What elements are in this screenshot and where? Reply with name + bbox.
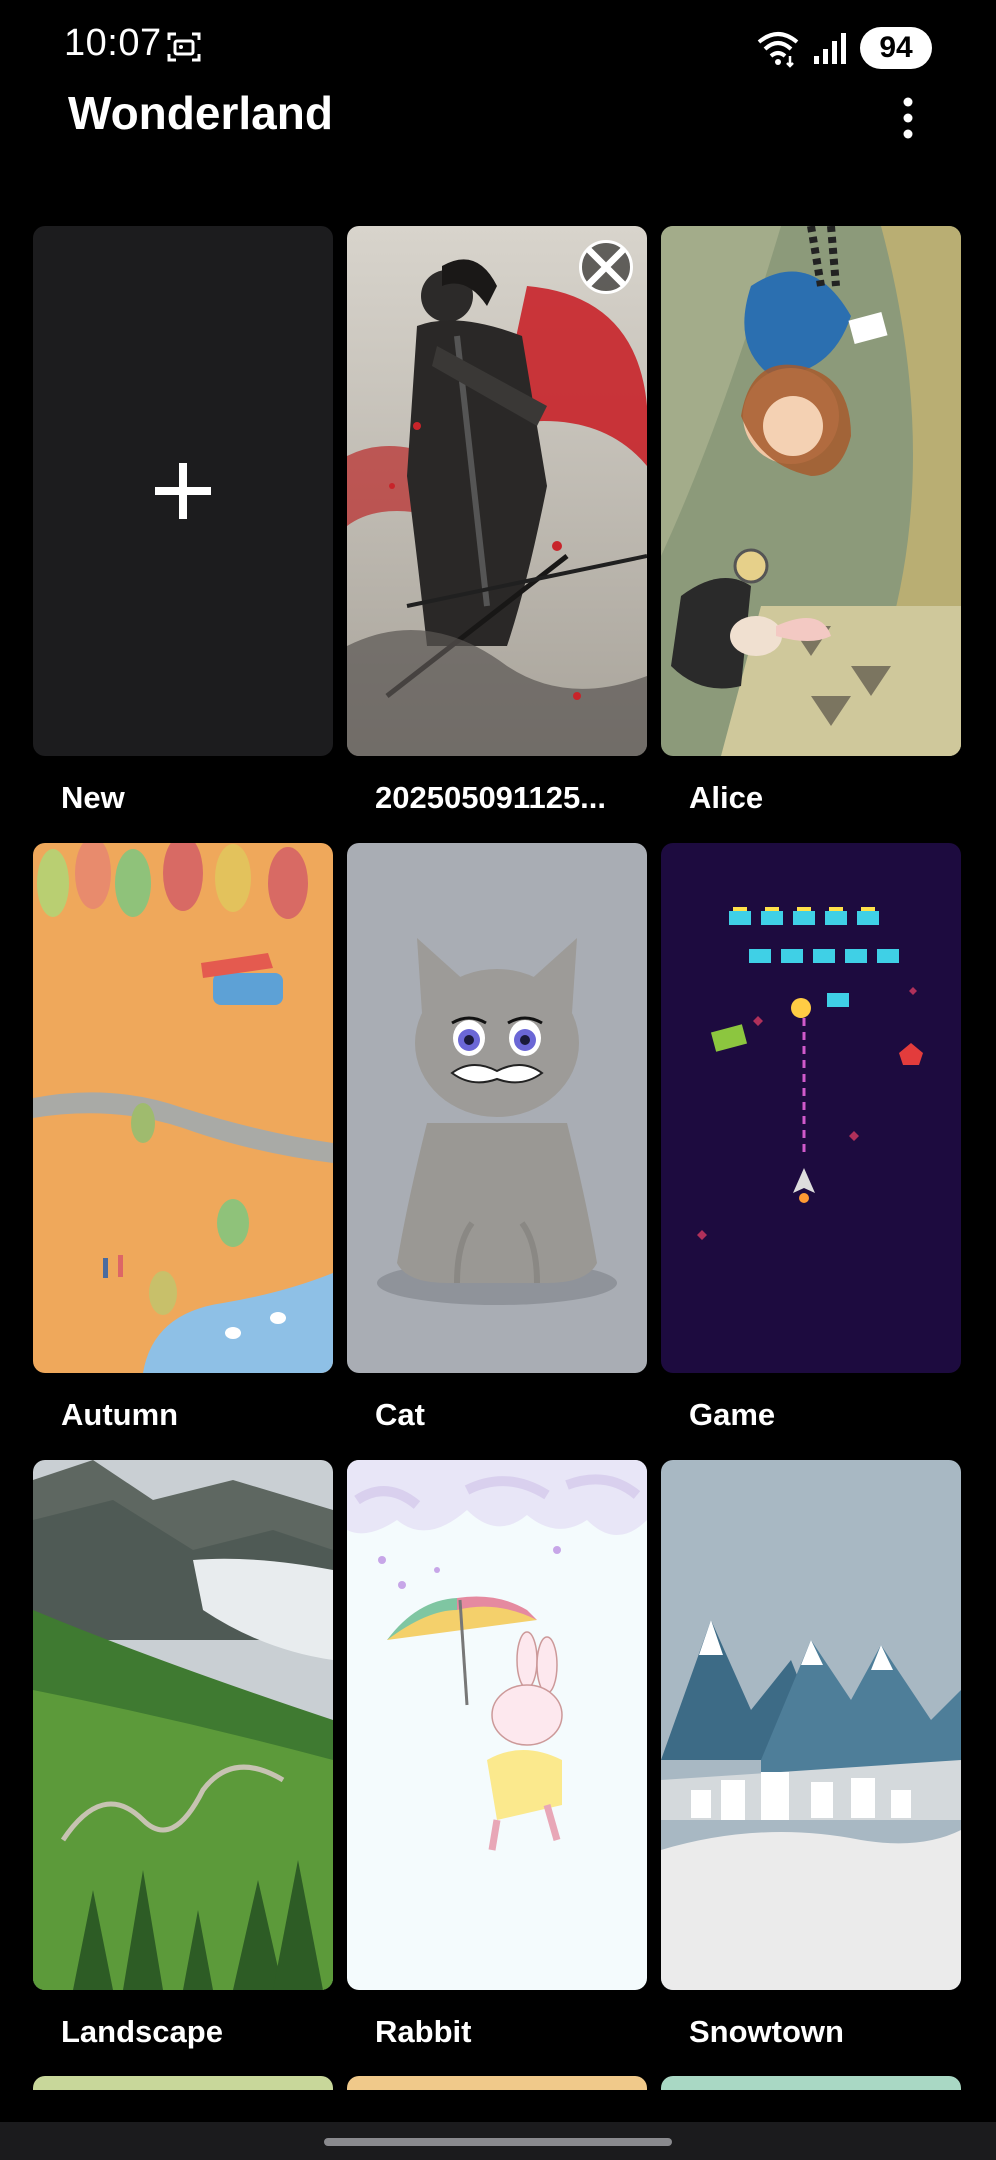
rabbit-thumbnail[interactable]	[347, 1460, 647, 1990]
tile-label: 202505091125...	[375, 780, 607, 815]
wifi-icon	[757, 32, 799, 68]
landscape-thumbnail[interactable]	[33, 1460, 333, 1990]
partial-thumbnail[interactable]	[661, 2076, 961, 2090]
partial-thumbnail[interactable]	[347, 2076, 647, 2090]
more-vertical-icon	[903, 97, 913, 139]
close-icon	[586, 247, 626, 287]
wallpaper-grid: New 202505091125... Alice Autumn Cat Gam…	[33, 226, 963, 2077]
wallpaper-tile[interactable]: Landscape	[33, 1460, 333, 2077]
tile-label: New	[61, 780, 125, 815]
status-bar: 10:07 94	[0, 0, 996, 96]
game-thumbnail[interactable]	[661, 843, 961, 1373]
snowtown-image	[661, 1460, 961, 1990]
tile-label: Landscape	[61, 2014, 223, 2049]
new-thumbnail[interactable]	[33, 226, 333, 756]
status-icons: 94	[756, 26, 932, 70]
wallpaper-tile[interactable]: Game	[661, 843, 961, 1460]
signal-icon	[814, 33, 846, 64]
snowtown-thumbnail[interactable]	[661, 1460, 961, 1990]
more-options-button[interactable]	[880, 86, 936, 150]
alice-image	[661, 226, 961, 756]
autumn-image	[33, 843, 333, 1373]
samurai-thumbnail[interactable]	[347, 226, 647, 756]
game-image	[661, 843, 961, 1373]
wallpaper-tile[interactable]: Autumn	[33, 843, 333, 1460]
plus-icon	[155, 463, 211, 519]
landscape-image	[33, 1460, 333, 1990]
partial-thumbnail[interactable]	[33, 2076, 333, 2090]
alice-thumbnail[interactable]	[661, 226, 961, 756]
status-time: 10:07	[64, 22, 162, 64]
screenshot-icon	[167, 32, 201, 62]
next-row-preview	[33, 2076, 961, 2090]
tile-label: Game	[689, 1397, 776, 1432]
tile-label: Snowtown	[689, 2014, 844, 2049]
autumn-thumbnail[interactable]	[33, 843, 333, 1373]
navigation-bar	[0, 2122, 996, 2160]
tile-label: Cat	[375, 1397, 425, 1432]
new-wallpaper-tile[interactable]: New	[33, 226, 333, 843]
tile-label: Rabbit	[375, 2014, 472, 2049]
battery-indicator: 94	[860, 27, 932, 69]
remove-wallpaper-button[interactable]	[579, 240, 633, 294]
wallpaper-tile[interactable]: Snowtown	[661, 1460, 961, 2077]
cat-image	[347, 843, 647, 1373]
wallpaper-tile[interactable]: Rabbit	[347, 1460, 647, 2077]
wallpaper-tile[interactable]: Cat	[347, 843, 647, 1460]
tile-label: Autumn	[61, 1397, 179, 1432]
wallpaper-tile[interactable]: 202505091125...	[347, 226, 647, 843]
rabbit-image	[347, 1460, 647, 1990]
page-title: Wonderland	[68, 87, 333, 139]
wallpaper-tile[interactable]: Alice	[661, 226, 961, 843]
cat-thumbnail[interactable]	[347, 843, 647, 1373]
tile-label: Alice	[689, 780, 764, 815]
home-indicator[interactable]	[324, 2138, 672, 2146]
